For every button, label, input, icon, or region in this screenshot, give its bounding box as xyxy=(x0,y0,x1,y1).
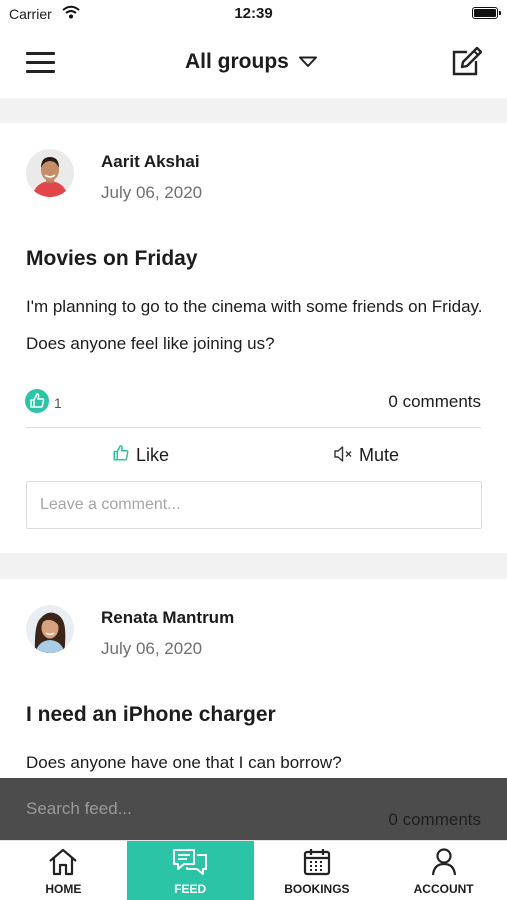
menu-icon[interactable] xyxy=(26,50,56,74)
group-selector[interactable]: All groups xyxy=(185,50,289,74)
chevron-down-icon[interactable] xyxy=(298,56,318,68)
comments-count[interactable]: 0 comments xyxy=(388,392,481,412)
tab-account[interactable]: ACCOUNT xyxy=(380,841,507,900)
post-body: I'm planning to go to the cinema with so… xyxy=(26,297,483,353)
battery-icon xyxy=(472,7,501,19)
user-icon xyxy=(431,848,456,876)
like-count: 1 xyxy=(54,395,62,411)
post-body: Does anyone have one that I can borrow? xyxy=(26,753,342,772)
calendar-icon xyxy=(303,849,330,876)
post-date: July 06, 2020 xyxy=(101,183,203,202)
tab-label: BOOKINGS xyxy=(284,882,350,896)
mute-label: Mute xyxy=(359,445,400,465)
nav-bar: All groups xyxy=(0,30,507,98)
thumbs-up-icon xyxy=(25,389,49,413)
comment-input[interactable] xyxy=(26,481,482,529)
post-author[interactable]: Aarit Akshai xyxy=(101,152,200,172)
status-time: 12:39 xyxy=(234,5,273,22)
compose-icon[interactable] xyxy=(450,46,482,78)
tab-home[interactable]: HOME xyxy=(0,841,127,900)
tab-bookings[interactable]: BOOKINGS xyxy=(254,841,381,900)
post-title: I need an iPhone charger xyxy=(26,703,276,726)
mute-icon xyxy=(334,446,352,462)
avatar[interactable] xyxy=(26,605,74,653)
search-input[interactable] xyxy=(0,778,507,840)
tab-bar: HOME FEED BOOKINGS ACCOUNT xyxy=(0,840,507,900)
post-card: Aarit Akshai July 06, 2020 Movies on Fri… xyxy=(0,123,507,553)
avatar[interactable] xyxy=(26,149,74,197)
post-author[interactable]: Renata Mantrum xyxy=(101,608,234,628)
home-icon xyxy=(49,848,78,876)
post-date: July 06, 2020 xyxy=(101,639,203,658)
tab-label: FEED xyxy=(174,882,207,896)
chat-bubbles-icon xyxy=(173,849,208,875)
tab-label: HOME xyxy=(45,882,82,896)
thumbs-up-icon xyxy=(113,445,129,461)
post-title: Movies on Friday xyxy=(26,247,198,270)
tab-label: ACCOUNT xyxy=(413,882,474,896)
status-bar: Carrier 12:39 xyxy=(0,0,507,30)
divider xyxy=(26,427,481,428)
tab-feed[interactable]: FEED xyxy=(126,841,254,900)
like-label: Like xyxy=(136,445,170,465)
search-bar: 0 comments xyxy=(0,778,507,840)
